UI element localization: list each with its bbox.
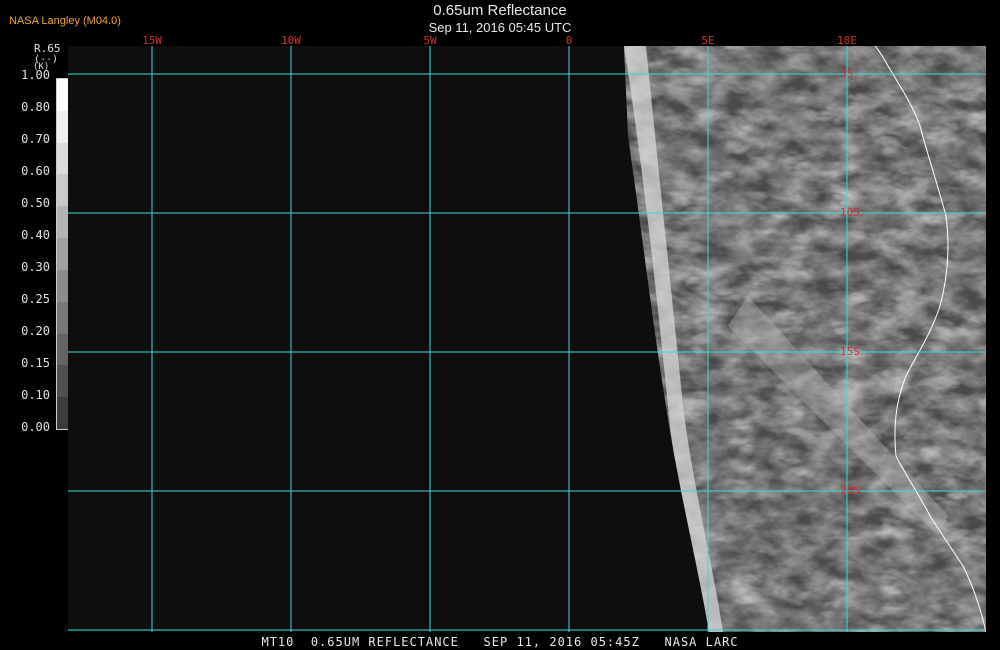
longitude-label: 0 bbox=[565, 34, 573, 47]
footer-caption: MT10 0.65UM REFLECTANCE SEP 11, 2016 05:… bbox=[261, 635, 739, 649]
colorbar-tick-label: 0.70 bbox=[21, 132, 50, 146]
longitude-label: 10W bbox=[281, 34, 301, 47]
colorbar-tick-label: 0.20 bbox=[21, 324, 50, 338]
map-title: 0.65um Reflectance bbox=[433, 2, 567, 19]
map-subtitle: Sep 11, 2016 05:45 UTC bbox=[428, 20, 572, 35]
colorbar-tick-label: 0.80 bbox=[21, 100, 50, 114]
colorbar-tick-label: 0.10 bbox=[21, 388, 50, 402]
longitude-label: 15W bbox=[142, 34, 162, 47]
latitude-label: 20S bbox=[840, 484, 860, 497]
latitude-label: 5S bbox=[840, 67, 854, 80]
longitude-label: 10E bbox=[837, 34, 857, 47]
latitude-label: 10S bbox=[840, 206, 860, 219]
colorbar-tick-label: 0.50 bbox=[21, 196, 50, 210]
longitude-label: 5W bbox=[423, 34, 437, 47]
colorbar-tick-label: 0.60 bbox=[21, 164, 50, 178]
colorbar-tick-label: 1.00 bbox=[21, 68, 50, 82]
longitude-label: 5E bbox=[701, 34, 715, 47]
colorbar-tick-label: 0.40 bbox=[21, 228, 50, 242]
colorbar-tick-label: 0.30 bbox=[21, 260, 50, 274]
satellite-map bbox=[68, 46, 986, 632]
colorbar-tick-label: 0.15 bbox=[21, 356, 50, 370]
latitude-label: 15S bbox=[840, 345, 860, 358]
colorbar-tick-label: 0.25 bbox=[21, 292, 50, 306]
colorbar-tick-label: 0.00 bbox=[21, 420, 50, 434]
